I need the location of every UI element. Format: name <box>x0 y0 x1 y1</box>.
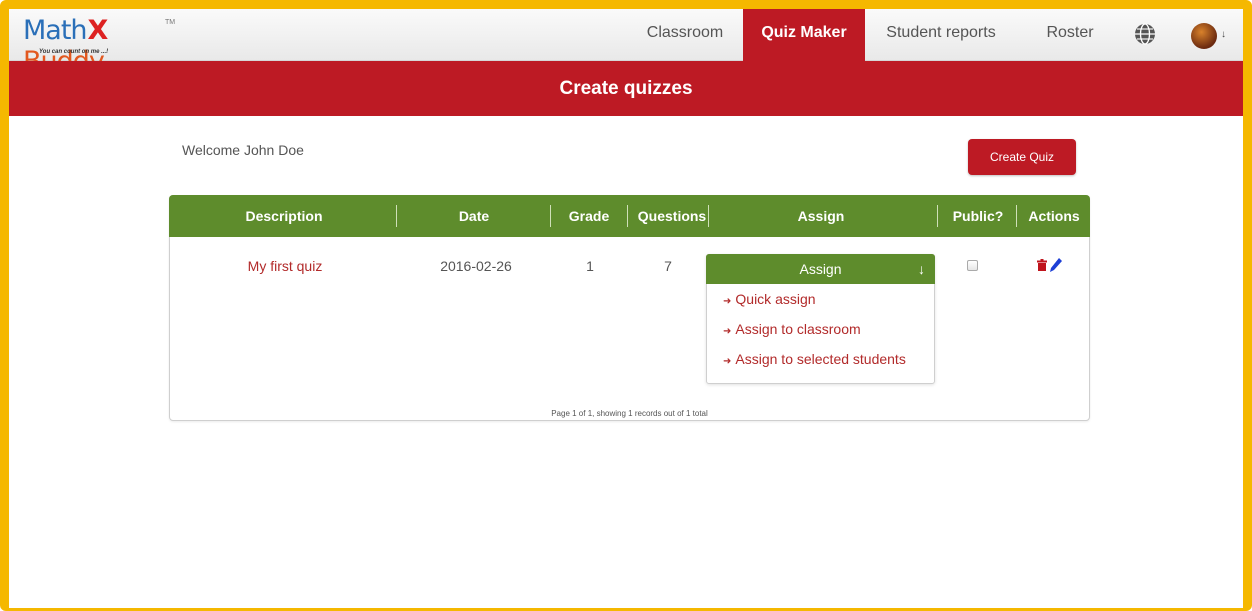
nav-student-reports[interactable]: Student reports <box>869 9 1013 61</box>
nav-roster[interactable]: Roster <box>1027 9 1113 61</box>
globe-icon[interactable] <box>1133 22 1157 46</box>
assign-option-label: Assign to selected students <box>735 351 906 367</box>
welcome-message: Welcome John Doe <box>182 142 304 158</box>
user-avatar[interactable] <box>1191 23 1217 49</box>
column-header-date[interactable]: Date <box>439 195 509 237</box>
quiz-grade: 1 <box>586 258 594 274</box>
assign-dropdown: Assign ↓ ➜ Quick assign ➜ Assign to classr… <box>706 254 935 384</box>
column-divider <box>708 205 709 227</box>
column-divider <box>627 205 628 227</box>
pagination-info: Page 1 of 1, showing 1 records out of 1 … <box>551 409 708 418</box>
assign-option-label: Quick assign <box>735 291 816 307</box>
table-header: Description Date Grade Questions Assign … <box>169 195 1090 237</box>
logo-math-text: Math <box>23 15 88 46</box>
mathbuddy-logo[interactable]: MathXBuddy TM You can count on me ...! <box>23 13 176 77</box>
quiz-questions-count: 7 <box>664 258 672 274</box>
arrow-right-icon: ➜ <box>723 356 732 367</box>
logo-tagline: You can count on me ...! <box>39 49 109 55</box>
quizzes-table: Description Date Grade Questions Assign … <box>169 195 1090 421</box>
pencil-icon[interactable] <box>1050 258 1062 272</box>
assign-option-selected-students[interactable]: ➜ Assign to selected students <box>723 351 906 367</box>
column-divider <box>550 205 551 227</box>
assign-dropdown-button[interactable]: Assign ↓ <box>706 254 935 284</box>
arrow-right-icon: ➜ <box>723 326 732 337</box>
assign-dropdown-label: Assign <box>799 261 842 277</box>
column-divider <box>937 205 938 227</box>
column-header-questions[interactable]: Questions <box>632 195 712 237</box>
column-header-grade[interactable]: Grade <box>561 195 617 237</box>
column-header-description[interactable]: Description <box>229 195 339 237</box>
page-title: Create quizzes <box>559 78 693 99</box>
arrow-down-icon: ↓ <box>918 261 925 277</box>
screenshot-frame: MathXBuddy TM You can count on me ...! C… <box>0 0 1252 611</box>
column-header-public[interactable]: Public? <box>945 195 1011 237</box>
assign-option-label: Assign to classroom <box>735 321 861 337</box>
logo-figure-icon: X <box>87 15 109 46</box>
user-menu-caret-icon[interactable]: ↓ <box>1221 29 1226 40</box>
create-quiz-button[interactable]: Create Quiz <box>968 139 1076 175</box>
page-banner: Create quizzes <box>9 61 1243 116</box>
quiz-description-link[interactable]: My first quiz <box>240 258 330 274</box>
top-navbar: MathXBuddy TM You can count on me ...! C… <box>9 9 1243 77</box>
column-header-actions: Actions <box>1028 208 1080 224</box>
assign-option-quick[interactable]: ➜ Quick assign <box>723 291 816 307</box>
trash-icon[interactable] <box>1037 259 1047 271</box>
quiz-date: 2016-02-26 <box>440 258 512 274</box>
column-divider <box>396 205 397 227</box>
public-checkbox[interactable] <box>967 260 978 271</box>
column-header-assign[interactable]: Assign <box>781 195 861 237</box>
logo-trademark: TM <box>165 19 176 26</box>
nav-quiz-maker[interactable]: Quiz Maker <box>743 9 865 61</box>
nav-classroom[interactable]: Classroom <box>629 9 741 61</box>
column-divider <box>1016 205 1017 227</box>
arrow-right-icon: ➜ <box>723 296 732 307</box>
assign-option-classroom[interactable]: ➜ Assign to classroom <box>723 321 861 337</box>
